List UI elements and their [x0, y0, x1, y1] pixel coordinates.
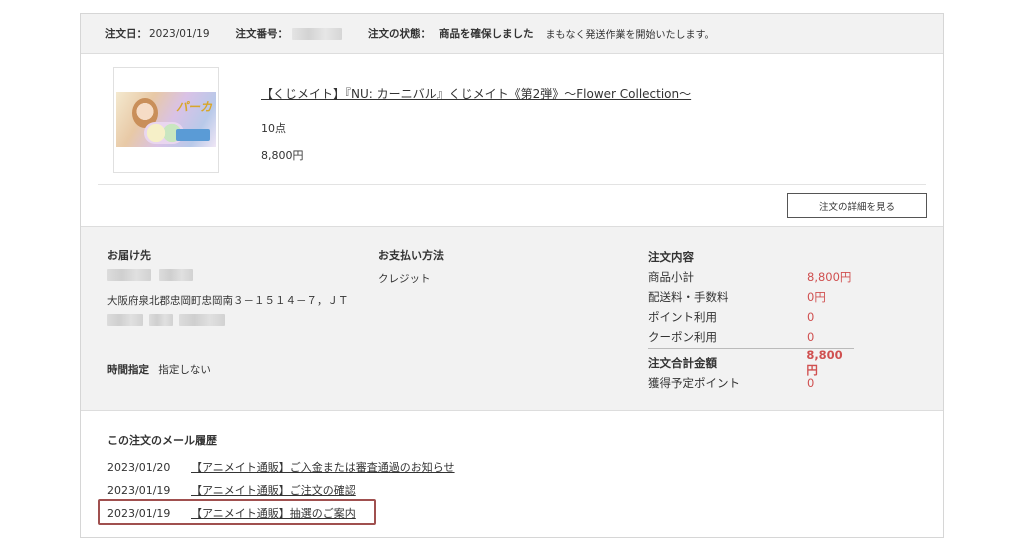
address-line-redacted: [107, 314, 377, 326]
order-number: 注文番号：: [236, 26, 343, 41]
delivery-time-value: 指定しない: [158, 364, 211, 376]
summary-row-shipping-fee: 配送料・手数料 0円: [648, 290, 826, 304]
order-status-value: 商品を確保しました: [439, 28, 534, 40]
recipient-name-redacted: [107, 269, 377, 281]
order-number-redacted: [292, 27, 343, 40]
mail-date: 2023/01/19: [107, 483, 171, 497]
summary-row-total: 注文合計金額 8,800円: [648, 348, 843, 377]
mail-history-item: 2023/01/20 【アニメイト通販】ご入金または審査通過のお知らせ: [107, 459, 455, 475]
order-status-label: 注文の状態：: [368, 28, 432, 40]
summary-row-coupon: クーポン利用 0: [648, 330, 815, 344]
view-order-details-button[interactable]: 注文の詳細を見る: [787, 193, 927, 218]
kujimate-logo-badge: [176, 129, 210, 141]
product-title-link[interactable]: 【くじメイト】『NU: カーニバル』くじメイト《第2弾》～Flower Coll…: [261, 85, 691, 102]
order-header: 注文日： 2023/01/19 注文番号： 注文の状態： 商品を確保しました ま…: [81, 14, 943, 54]
shipping-section: お届け先 大阪府泉北郡忠岡町忠岡南３－１５１４－７，ＪＴ 時間指定 指定しない: [107, 247, 377, 377]
mail-date: 2023/01/20: [107, 460, 171, 474]
shipping-address: 大阪府泉北郡忠岡町忠岡南３－１５１４－７，ＪＴ: [107, 295, 349, 307]
shipping-heading: お届け先: [107, 249, 151, 262]
product-quantity: 10点: [261, 122, 286, 135]
mail-subject-link[interactable]: 【アニメイト通販】ご入金または審査通過のお知らせ: [191, 459, 455, 475]
order-status: 注文の状態： 商品を確保しました まもなく発送作業を開始いたします。: [368, 26, 715, 41]
summary-row-points-used: ポイント利用 0: [648, 310, 815, 324]
order-summary: 注文内容 商品小計 8,800円 配送料・手数料 0円 ポイント利用 0 クーポ…: [648, 247, 854, 393]
order-card: 注文日： 2023/01/19 注文番号： 注文の状態： 商品を確保しました ま…: [80, 13, 944, 538]
mail-subject-link[interactable]: 【アニメイト通販】ご注文の確認: [191, 482, 356, 498]
delivery-time-label: 時間指定: [107, 364, 149, 376]
product-logo: パーカ: [175, 100, 212, 114]
order-status-note: まもなく発送作業を開始いたします。: [545, 30, 715, 41]
mail-history-heading: この注文のメール履歴: [107, 434, 217, 447]
product-artwork: パーカ: [116, 92, 216, 147]
divider: [98, 184, 926, 185]
order-summary-heading: 注文内容: [648, 250, 694, 264]
order-number-label: 注文番号：: [235, 28, 289, 40]
payment-section: お支払い方法 クレジット: [378, 247, 578, 286]
order-date-value: 2023/01/19: [149, 27, 210, 40]
order-date-label: 注文日：: [105, 28, 147, 40]
highlight-box: [98, 499, 376, 525]
order-info-panel: お届け先 大阪府泉北郡忠岡町忠岡南３－１５１４－７，ＪＴ 時間指定 指定しない …: [81, 226, 943, 411]
summary-row-subtotal: 商品小計 8,800円: [648, 270, 852, 284]
delivery-time: 時間指定 指定しない: [107, 362, 377, 377]
payment-heading: お支払い方法: [378, 249, 444, 262]
order-date: 注文日： 2023/01/19: [105, 26, 210, 41]
product-thumbnail[interactable]: パーカ: [113, 67, 219, 173]
payment-method: クレジット: [378, 273, 431, 285]
product-price: 8,800円: [261, 149, 304, 162]
mail-history-item: 2023/01/19 【アニメイト通販】ご注文の確認: [107, 482, 356, 498]
